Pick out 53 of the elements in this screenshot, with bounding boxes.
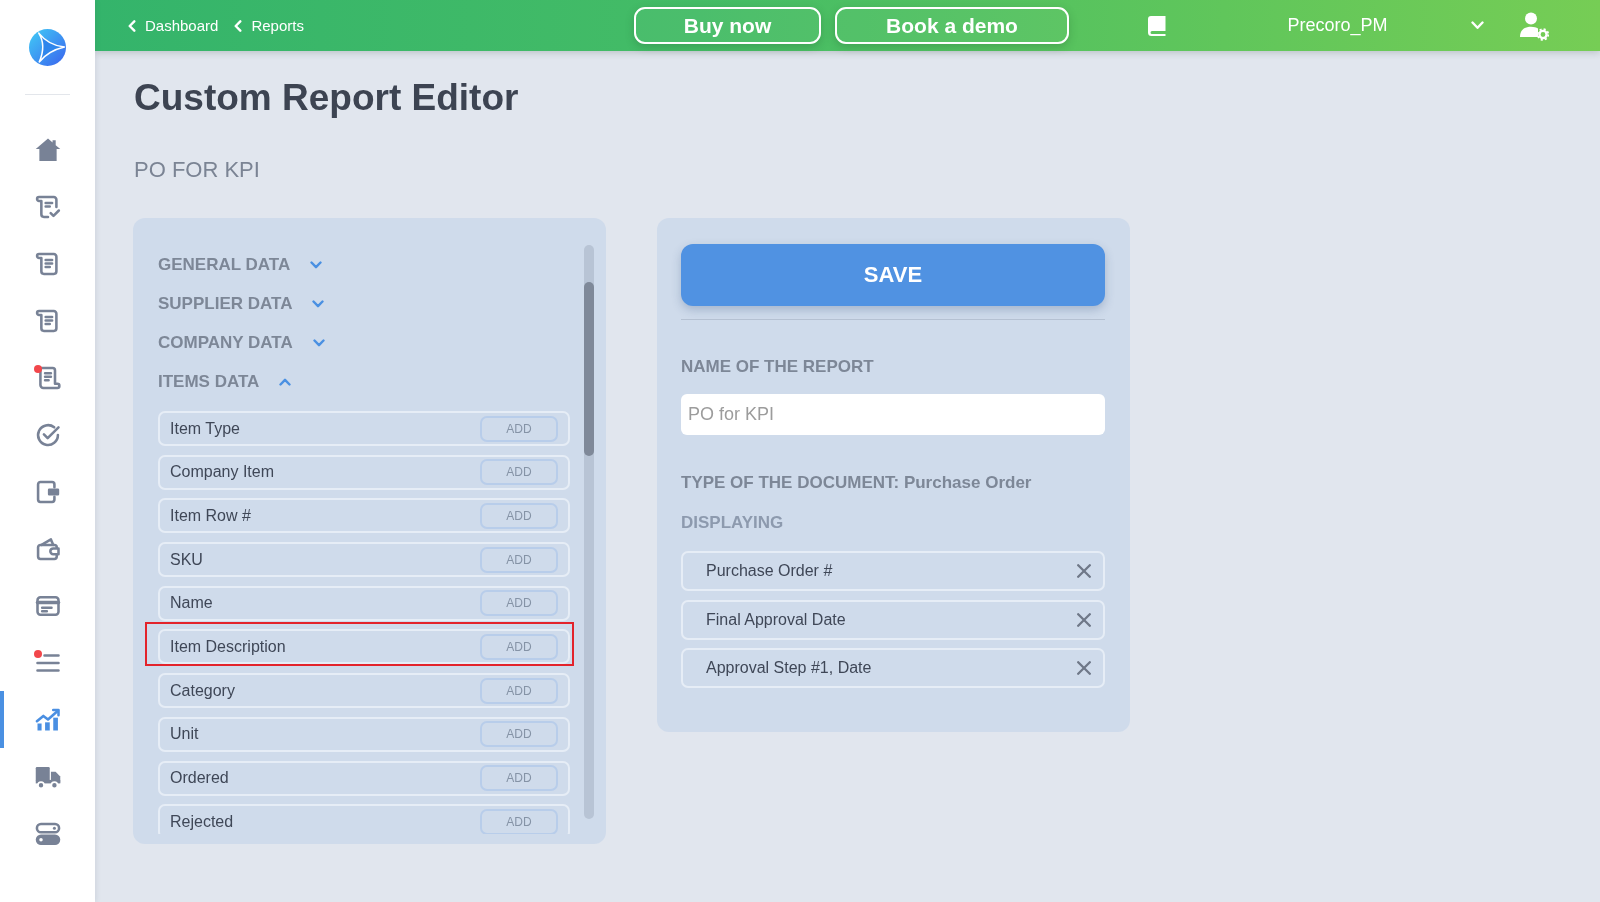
field-caption: DISPLAYING <box>681 512 785 534</box>
cta-button[interactable]: Book a demo <box>835 7 1069 44</box>
section-toggle[interactable]: GENERAL DATA <box>158 245 323 284</box>
close-icon <box>1077 612 1091 627</box>
chevron-left-icon <box>234 19 243 32</box>
user-settings-icon[interactable] <box>1519 10 1549 41</box>
report-name-input[interactable]: PO for KPI <box>681 394 1105 435</box>
add-button[interactable]: ADD <box>480 633 558 660</box>
breadcrumb-link[interactable]: Dashboard <box>128 17 219 34</box>
add-button[interactable]: ADD <box>480 765 558 791</box>
breadcrumb-link[interactable]: Reports <box>234 17 304 34</box>
section-toggle[interactable]: ITEMS DATA <box>158 362 292 401</box>
page-title: Custom Report Editor <box>134 76 519 120</box>
report-name-heading: PO FOR KPI <box>134 157 260 183</box>
field-label: SKU <box>170 550 203 569</box>
remove-button[interactable] <box>1077 661 1091 676</box>
add-button[interactable]: ADD <box>480 415 558 442</box>
logo-icon <box>29 29 66 66</box>
caret-icon <box>1471 21 1484 30</box>
add-button[interactable]: ADD <box>480 590 558 617</box>
add-button[interactable]: ADD <box>480 459 558 486</box>
close-icon <box>1077 661 1091 676</box>
field-label: Item Type <box>170 419 240 438</box>
save-button[interactable]: SAVE <box>681 244 1105 306</box>
remove-button[interactable] <box>1077 564 1091 578</box>
section-toggle[interactable]: SUPPLIER DATA <box>158 284 325 323</box>
field-label: Company Item <box>170 463 275 482</box>
field-label: Rejected <box>170 812 234 831</box>
add-button[interactable]: ADD <box>480 677 558 704</box>
chevron-left-icon <box>128 19 136 32</box>
field-label: Ordered <box>170 769 229 787</box>
field-label: Unit <box>170 725 199 744</box>
field-label: Item Description <box>170 637 286 656</box>
add-button[interactable]: ADD <box>480 808 558 834</box>
add-button[interactable]: ADD <box>480 546 558 573</box>
cta-button[interactable]: Buy now <box>634 7 821 44</box>
field-label: Name <box>170 594 213 613</box>
field-label: Item Row # <box>170 506 251 525</box>
add-button[interactable]: ADD <box>480 721 558 748</box>
field-label: Category <box>170 681 235 700</box>
user-menu-button[interactable]: Precoro_PM <box>1210 7 1484 44</box>
remove-button[interactable] <box>1077 612 1091 627</box>
section-toggle[interactable]: COMPANY DATA <box>158 323 325 362</box>
document-type-text: TYPE OF THE DOCUMENT: Purchase Order <box>681 472 1033 494</box>
field-label: Purchase Order # <box>706 562 833 580</box>
book-icon[interactable] <box>1148 15 1166 36</box>
field-label: Final Approval Date <box>706 610 846 629</box>
field-caption: NAME OF THE REPORT <box>681 356 875 378</box>
scrollbar-track[interactable] <box>584 245 594 819</box>
add-button[interactable]: ADD <box>480 502 558 529</box>
scrollbar-thumb[interactable] <box>584 282 594 456</box>
field-label: Approval Step #1, Date <box>706 659 872 678</box>
close-icon <box>1077 564 1091 578</box>
